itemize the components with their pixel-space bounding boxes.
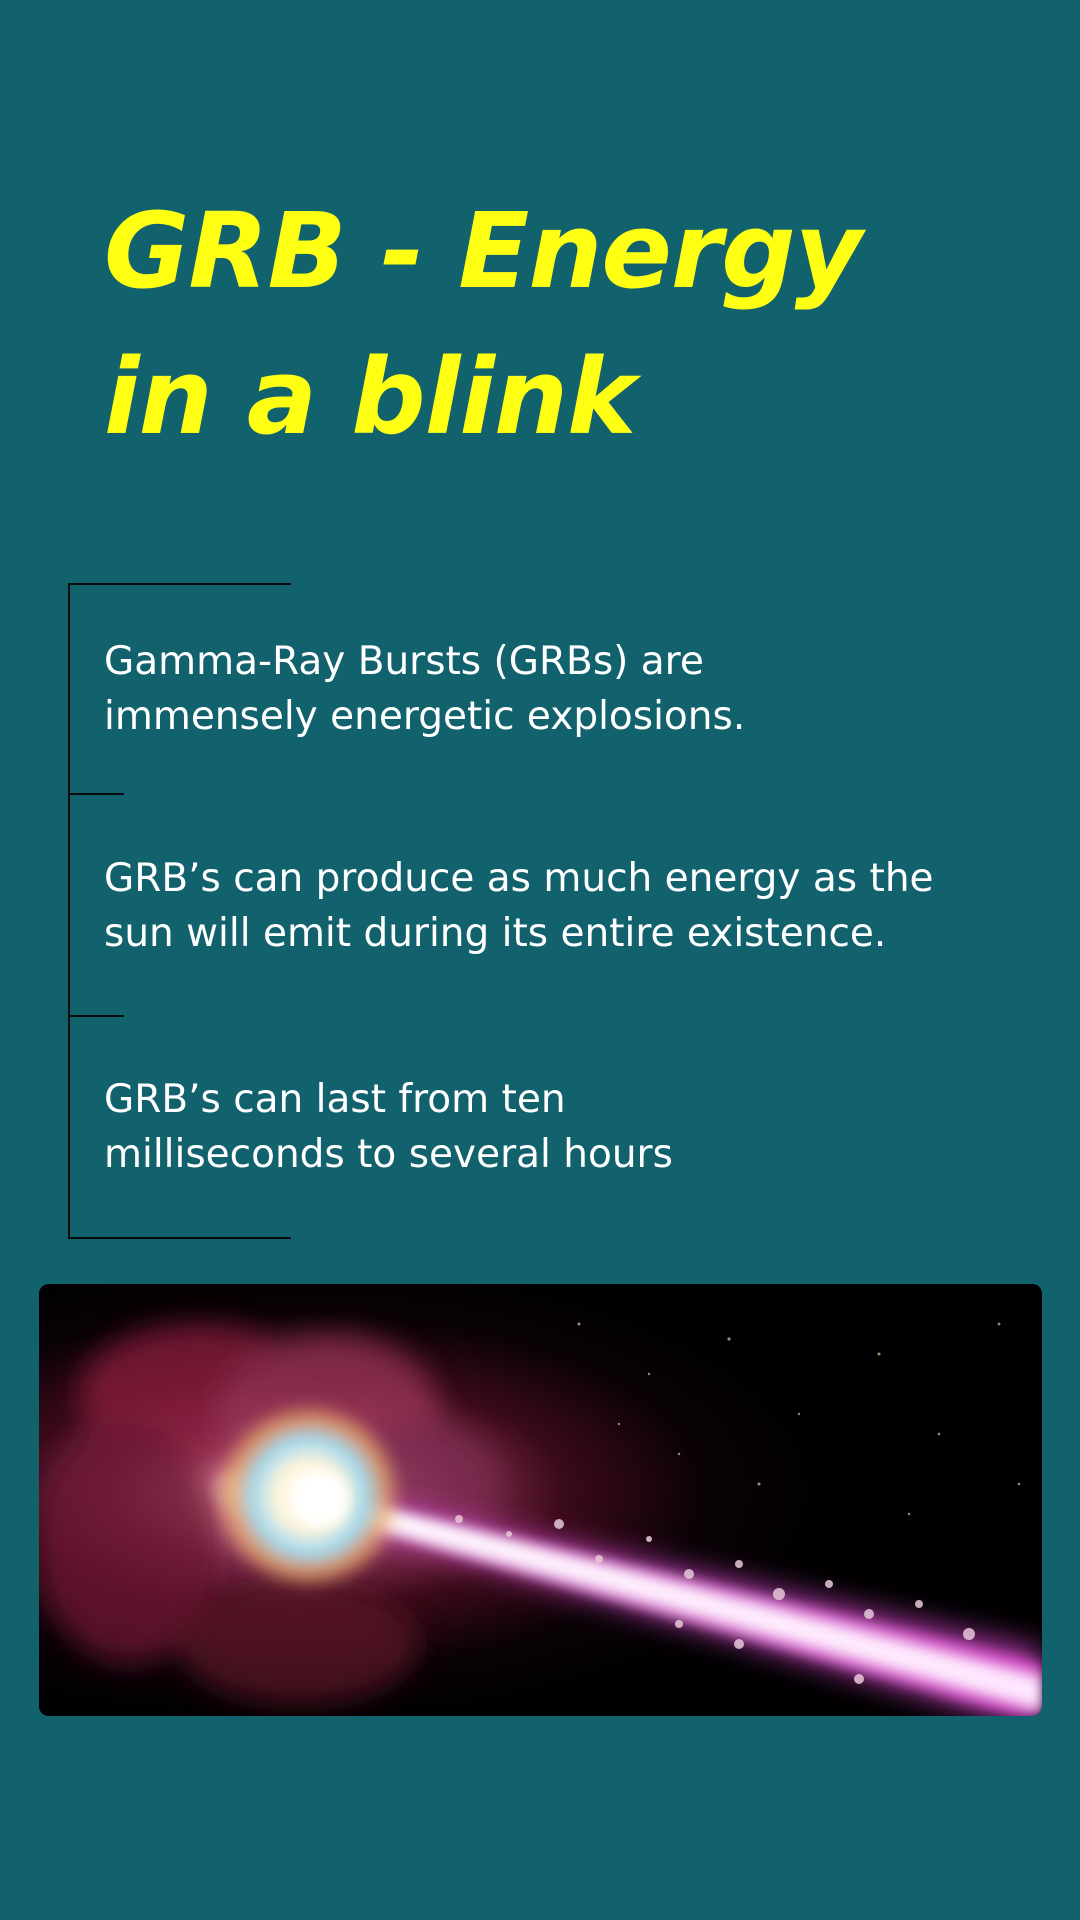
fact-item-3: GRB’s can last from ten milliseconds to … <box>104 1072 1004 1182</box>
fact-3-line-2: milliseconds to several hours <box>104 1132 673 1177</box>
gamma-ray-burst-image <box>39 1284 1042 1716</box>
timeline-tick-1 <box>68 793 124 795</box>
grb-illustration <box>39 1284 1042 1716</box>
fact-3-line-1: GRB’s can last from ten <box>104 1077 566 1122</box>
title-line-1: GRB - Energy <box>104 190 862 312</box>
fact-1-line-2: immensely energetic explosions. <box>104 694 746 739</box>
fact-item-2: GRB’s can produce as much energy as the … <box>104 851 1004 961</box>
fact-1-line-1: Gamma-Ray Bursts (GRBs) are <box>104 639 704 684</box>
timeline-line <box>68 583 70 1239</box>
fact-2-line-2: sun will emit during its entire existenc… <box>104 911 887 956</box>
timeline-tick-top <box>68 583 291 585</box>
timeline-tick-bottom <box>68 1237 291 1239</box>
timeline-tick-2 <box>68 1015 124 1017</box>
title-line-2: in a blink <box>104 336 636 458</box>
fact-2-line-1: GRB’s can produce as much energy as the <box>104 856 934 901</box>
fact-item-1: Gamma-Ray Bursts (GRBs) are immensely en… <box>104 634 1004 744</box>
slide-title: GRB - Energy in a blink <box>104 178 1004 470</box>
